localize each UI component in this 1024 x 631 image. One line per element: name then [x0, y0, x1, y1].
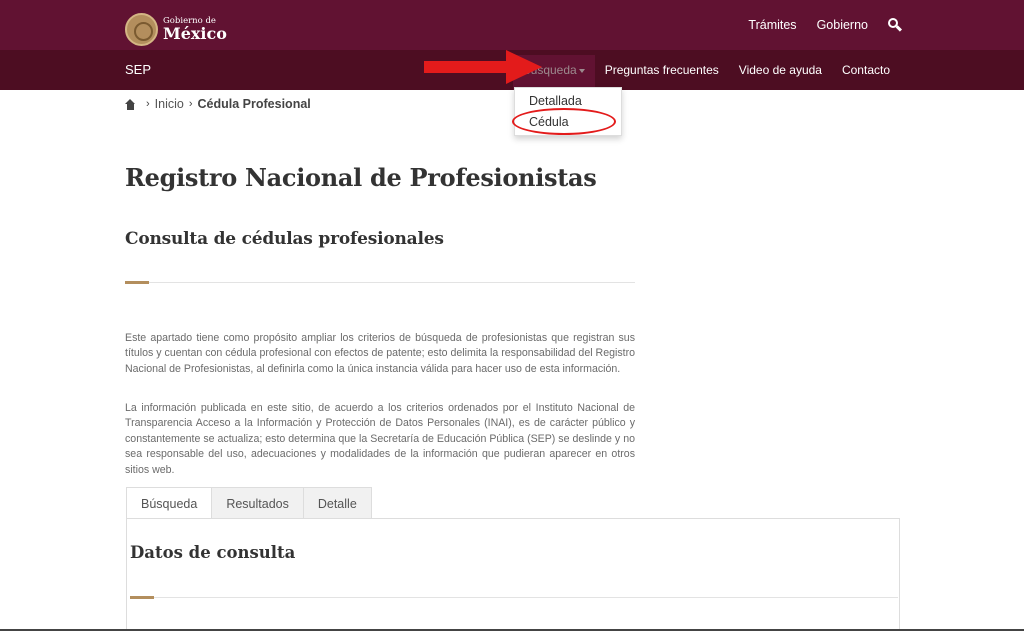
nav-video-de-ayuda[interactable]: Video de ayuda — [729, 50, 832, 90]
red-circle-annotation — [512, 108, 616, 135]
breadcrumb-separator-icon: › — [146, 98, 150, 110]
divider — [125, 282, 635, 283]
nav-contacto[interactable]: Contacto — [832, 50, 900, 90]
logo-line-2: México — [163, 24, 227, 44]
tab-detalle[interactable]: Detalle — [302, 487, 372, 519]
breadcrumb-inicio[interactable]: Inicio — [155, 97, 184, 111]
caret-down-icon — [578, 68, 585, 73]
top-header: Gobierno de México Trámites Gobierno — [0, 0, 1024, 50]
tramites-link[interactable]: Trámites — [748, 18, 796, 32]
panel-title: Datos de consulta — [130, 543, 296, 562]
disclaimer-paragraph: La información publicada en este sitio, … — [125, 402, 635, 476]
red-arrow-annotation-icon — [424, 50, 542, 84]
nav-brand-sep[interactable]: SEP — [125, 50, 151, 90]
national-seal-icon — [125, 13, 158, 46]
gobierno-mexico-logo[interactable]: Gobierno de México — [125, 13, 227, 46]
search-panel: Datos de consulta — [126, 518, 900, 631]
search-icon[interactable] — [888, 18, 903, 32]
divider-accent — [125, 281, 149, 284]
top-links: Trámites Gobierno — [728, 0, 903, 50]
tab-resultados[interactable]: Resultados — [211, 487, 304, 519]
nav-preguntas-frecuentes[interactable]: Preguntas frecuentes — [595, 50, 729, 90]
page-subtitle: Consulta de cédulas profesionales — [125, 229, 444, 249]
results-tabs: Búsqueda Resultados Detalle — [126, 487, 372, 519]
home-icon[interactable] — [125, 98, 136, 110]
breadcrumb-current: Cédula Profesional — [197, 97, 311, 111]
panel-divider — [130, 597, 898, 598]
dropdown-item-detallada[interactable]: Detallada — [529, 94, 582, 108]
breadcrumb-separator-icon: › — [188, 98, 193, 110]
intro-paragraph: Este apartado tiene como propósito ampli… — [125, 332, 635, 375]
panel-divider-accent — [130, 596, 154, 599]
tab-busqueda[interactable]: Búsqueda — [126, 487, 213, 519]
breadcrumb: › Inicio › Cédula Profesional — [125, 97, 311, 111]
page-title: Registro Nacional de Profesionistas — [125, 163, 597, 192]
gobierno-link[interactable]: Gobierno — [817, 18, 868, 32]
